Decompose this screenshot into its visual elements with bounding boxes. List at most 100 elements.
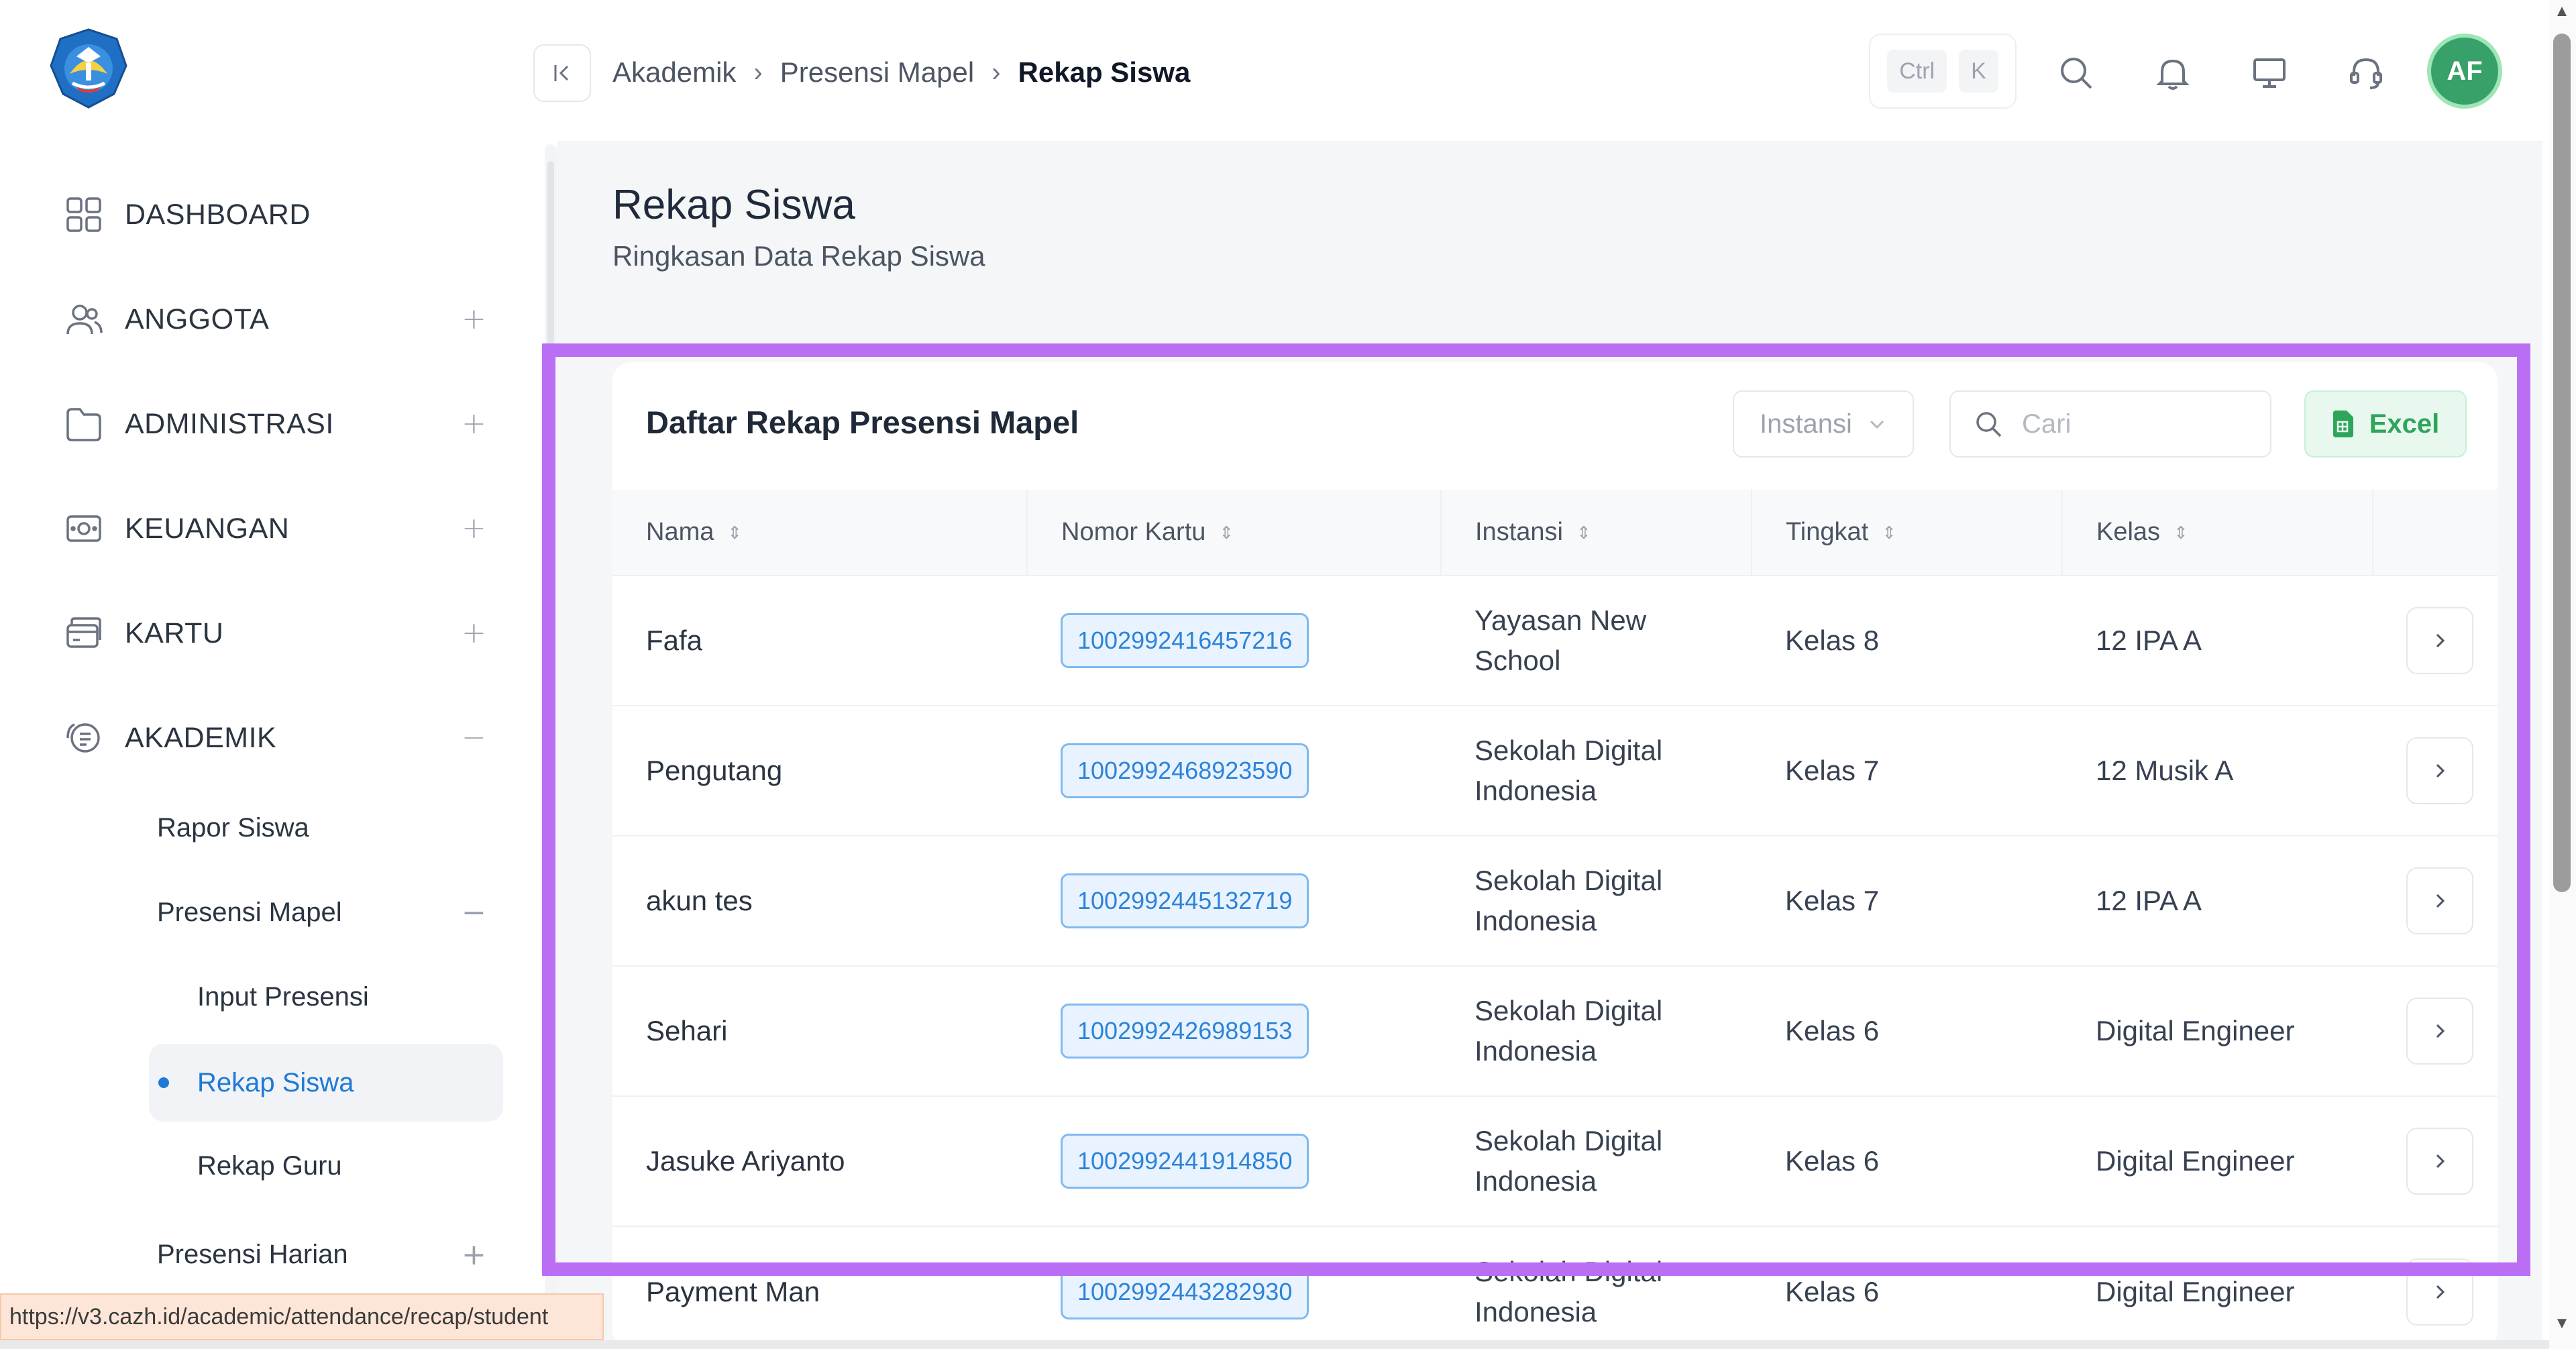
sidebar-item-akademik[interactable]: AKADEMIK − [0, 704, 510, 771]
table-row[interactable]: akun tes 1002992445132719 Sekolah Digita… [612, 835, 2498, 966]
cell-nama: Pengutang [612, 705, 1027, 836]
sidebar-subitem-rekap-siswa[interactable]: Rekap Siswa [149, 1044, 503, 1122]
horizontal-scrollbar[interactable] [0, 1340, 2549, 1349]
sidebar-subitem-rekap-guru[interactable]: Rekap Guru [189, 1132, 498, 1199]
table-row[interactable]: Payment Man 1002992443282930 Sekolah Dig… [612, 1226, 2498, 1349]
cell-action [2373, 1095, 2498, 1226]
recap-card: Daftar Rekap Presensi Mapel Instansi Exc… [612, 362, 2498, 1349]
export-excel-button[interactable]: Excel [2304, 390, 2467, 457]
instansi-line: Indonesia [1474, 905, 1597, 936]
headset-icon [2350, 58, 2382, 89]
collapse-sidebar-button[interactable] [533, 44, 591, 102]
sidebar-item-keuangan[interactable]: KEUANGAN + [0, 495, 510, 562]
card-number-badge[interactable]: 1002992443282930 [1061, 1264, 1309, 1319]
table-row[interactable]: Pengutang 1002992468923590 Sekolah Digit… [612, 705, 2498, 836]
card-number-badge[interactable]: 1002992445132719 [1061, 873, 1309, 928]
sort-icon: ⇕ [1576, 523, 1591, 543]
instansi-line: Indonesia [1474, 1165, 1597, 1197]
sort-icon: ⇕ [727, 523, 743, 543]
column-header-kelas[interactable]: Kelas ⇕ [2062, 490, 2373, 576]
breadcrumb-presensi-mapel[interactable]: Presensi Mapel [780, 56, 974, 89]
column-header-action [2373, 490, 2498, 576]
page-scrollbar-thumb[interactable] [2553, 34, 2571, 892]
status-url-bar: https://v3.cazh.id/academic/attendance/r… [0, 1293, 604, 1340]
row-detail-button[interactable] [2406, 867, 2473, 934]
sidebar-subitem-rapor-siswa[interactable]: Rapor Siswa [149, 794, 498, 861]
row-detail-button[interactable] [2406, 1258, 2473, 1326]
table-header-row: Nama ⇕ Nomor Kartu ⇕ Instansi ⇕ Tingkat ⇕ Ke… [612, 490, 2498, 576]
cell-nomor-kartu: 1002992443282930 [1027, 1226, 1441, 1349]
sidebar-item-label: AKADEMIK [125, 721, 277, 754]
sidebar-subitem-presensi-mapel[interactable]: Presensi Mapel − [149, 879, 498, 946]
scroll-down-arrow-icon[interactable]: ▼ [2553, 1315, 2571, 1332]
academic-icon [64, 718, 103, 757]
table-row[interactable]: Fafa 1002992416457216 Yayasan New School … [612, 575, 2498, 706]
bell-icon [2156, 59, 2190, 90]
sidebar-item-dashboard[interactable]: DASHBOARD [0, 181, 510, 248]
column-header-nomor-kartu[interactable]: Nomor Kartu ⇕ [1027, 490, 1442, 576]
breadcrumb-separator-icon: › [753, 57, 763, 87]
chevron-right-icon [2436, 1154, 2445, 1169]
minus-icon[interactable]: − [462, 723, 486, 753]
sidebar-item-label: ANGGOTA [125, 303, 270, 335]
sidebar-subitem-presensi-harian[interactable]: Presensi Harian + [149, 1221, 498, 1288]
row-detail-button[interactable] [2406, 1128, 2473, 1195]
sidebar-subitem-label: Presensi Mapel [157, 897, 342, 927]
sidebar-item-kartu[interactable]: KARTU + [0, 600, 510, 667]
breadcrumb-rekap-siswa: Rekap Siswa [1018, 56, 1191, 88]
command-palette-shortcut[interactable]: Ctrl K [1869, 34, 2017, 109]
display-button[interactable] [2241, 44, 2298, 102]
search-input[interactable] [2022, 409, 2263, 439]
support-button[interactable] [2337, 44, 2395, 102]
row-detail-button[interactable] [2406, 737, 2473, 804]
column-header-label: Nomor Kartu [1061, 518, 1206, 546]
chevron-right-icon [2436, 633, 2445, 648]
cell-nomor-kartu: 1002992468923590 [1027, 705, 1441, 836]
breadcrumb-akademik[interactable]: Akademik [612, 56, 736, 89]
cell-nomor-kartu: 1002992426989153 [1027, 965, 1441, 1096]
plus-icon[interactable]: + [462, 618, 486, 648]
table-row[interactable]: Jasuke Ariyanto 1002992441914850 Sekolah… [612, 1095, 2498, 1226]
notifications-button[interactable] [2144, 44, 2202, 102]
row-detail-button[interactable] [2406, 607, 2473, 674]
collapse-left-icon [554, 65, 569, 81]
column-header-nama[interactable]: Nama ⇕ [612, 490, 1028, 576]
search-field[interactable] [1949, 390, 2271, 457]
export-excel-label: Excel [2369, 409, 2440, 439]
cell-instansi: Sekolah Digital Indonesia [1441, 1226, 1752, 1349]
row-detail-button[interactable] [2406, 997, 2473, 1065]
card-number-badge[interactable]: 1002992416457216 [1061, 613, 1309, 668]
chevron-right-icon [2436, 763, 2445, 778]
sidebar-subitem-input-presensi[interactable]: Input Presensi [189, 963, 498, 1030]
tut-wuri-handayani-logo[interactable] [47, 27, 130, 110]
scroll-up-arrow-icon[interactable]: ▲ [2553, 3, 2571, 20]
chevron-right-icon [2436, 894, 2445, 908]
plus-icon[interactable]: + [462, 514, 486, 543]
instansi-line: Indonesia [1474, 1035, 1597, 1067]
minus-icon[interactable]: − [462, 896, 486, 930]
sidebar-scrollbar-thumb[interactable] [547, 161, 554, 1114]
column-header-label: Instansi [1475, 518, 1563, 546]
instansi-filter-select[interactable]: Instansi [1733, 390, 1914, 457]
kbd-ctrl: Ctrl [1887, 50, 1947, 93]
cell-instansi: Sekolah Digital Indonesia [1441, 1095, 1752, 1226]
kbd-k: K [1959, 50, 1998, 93]
search-button[interactable] [2047, 44, 2105, 102]
card-number-badge[interactable]: 1002992441914850 [1061, 1134, 1309, 1189]
column-header-tingkat[interactable]: Tingkat ⇕ [1752, 490, 2063, 576]
avatar[interactable]: AF [2427, 34, 2502, 109]
instansi-line: Sekolah Digital [1474, 995, 1663, 1026]
cell-instansi: Sekolah Digital Indonesia [1441, 965, 1752, 1096]
column-header-instansi[interactable]: Instansi ⇕ [1441, 490, 1752, 576]
card-number-badge[interactable]: 1002992426989153 [1061, 1004, 1309, 1059]
cell-kelas: Digital Engineer [2062, 1226, 2373, 1349]
sidebar-item-administrasi[interactable]: ADMINISTRASI + [0, 390, 510, 457]
card-number-badge[interactable]: 1002992468923590 [1061, 743, 1309, 798]
plus-icon[interactable]: + [462, 409, 486, 439]
cell-nama: Jasuke Ariyanto [612, 1095, 1027, 1226]
plus-icon[interactable]: + [462, 1238, 486, 1272]
instansi-line: Sekolah Digital [1474, 865, 1663, 896]
table-row[interactable]: Sehari 1002992426989153 Sekolah Digital I… [612, 965, 2498, 1096]
sidebar-item-anggota[interactable]: ANGGOTA + [0, 286, 510, 353]
plus-icon[interactable]: + [462, 305, 486, 334]
